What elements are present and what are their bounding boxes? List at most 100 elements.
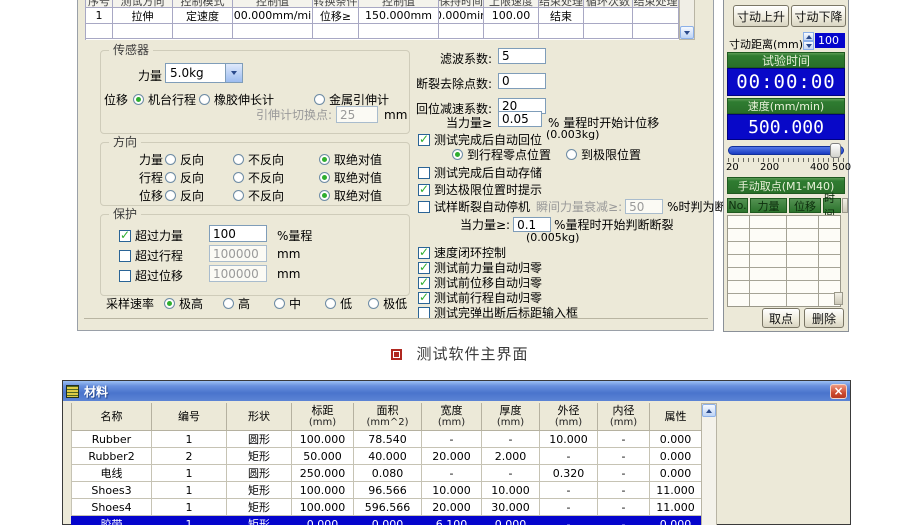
combo-dropdown-icon[interactable]	[225, 64, 242, 82]
bottom-divider	[84, 318, 708, 319]
protection-groupbox: 保护 超过力量 100 %量程 超过行程 100000 mm 超过位移 1000…	[100, 214, 410, 296]
checkbox-auto-save[interactable]	[418, 167, 430, 179]
radio-force-noreverse[interactable]	[233, 154, 244, 165]
scroll-down-icon[interactable]	[680, 26, 694, 39]
test-time-header: 试验时间	[727, 52, 845, 68]
radio-return-limit[interactable]	[566, 149, 577, 160]
radio-disp-noreverse[interactable]	[233, 190, 244, 201]
radio-sampling-lowest[interactable]	[368, 298, 379, 309]
radio-machine-stroke[interactable]	[133, 94, 144, 105]
decay-label: 瞬间力量衰减≥:	[536, 198, 622, 215]
checkbox-over-stroke[interactable]	[119, 250, 131, 262]
decay-input[interactable]: 50	[625, 199, 663, 214]
screenshot-canvas: 序号 测试方向 控制模式 控制值 转换条件 控制值 保持时间 上限速度 结束处理…	[0, 0, 920, 525]
protection-group-title: 保护	[109, 207, 141, 221]
tick-label-400: 400	[810, 162, 829, 173]
checkbox-over-force[interactable]	[119, 230, 131, 242]
break-remove-label: 断裂去除点数:	[404, 75, 492, 92]
col-no: No.	[727, 198, 748, 213]
radio-sampling-high[interactable]	[223, 298, 234, 309]
material-table: 名称 编号 形状 标距(mm) 面积(mm^2) 宽度(mm) 厚度(mm) 外…	[71, 403, 702, 525]
radio-disp-reverse[interactable]	[165, 190, 176, 201]
dir-disp-label: 位移	[139, 187, 163, 204]
test-time-display: 00:00:00	[727, 68, 845, 96]
speed-slider[interactable]	[728, 146, 844, 155]
force-range-combobox[interactable]: 5.0kg	[165, 63, 243, 83]
break-remove-input[interactable]: 0	[498, 73, 546, 89]
radio-return-zero[interactable]	[452, 149, 463, 160]
material-table-scrollbar[interactable]	[701, 403, 717, 525]
speed-display: 500.000	[727, 114, 845, 140]
sensor-group-title: 传感器	[109, 43, 153, 57]
manual-points-grid[interactable]	[727, 215, 841, 307]
checkbox-zero-stroke[interactable]	[418, 292, 430, 304]
radio-force-reverse[interactable]	[165, 154, 176, 165]
radio-disp-absolute[interactable]	[319, 190, 330, 201]
radio-stroke-noreverse[interactable]	[233, 172, 244, 183]
checkbox-break-stop[interactable]	[418, 201, 430, 213]
over-stroke-input[interactable]: 100000	[209, 245, 267, 262]
radio-stroke-reverse[interactable]	[165, 172, 176, 183]
radio-sampling-highest[interactable]	[164, 298, 175, 309]
col-force: 力量	[750, 198, 787, 213]
sampling-rate-label: 采样速率	[106, 295, 154, 312]
material-window-title: 材料	[84, 383, 108, 400]
close-icon[interactable]: ×	[830, 384, 847, 399]
program-table-scrollbar[interactable]	[679, 0, 695, 40]
radio-sampling-low[interactable]	[325, 298, 336, 309]
judge-input[interactable]: 0.1	[513, 217, 551, 232]
force-label: 力量	[138, 67, 162, 84]
over-force-input[interactable]: 100	[209, 225, 267, 242]
filter-coef-input[interactable]: 5	[498, 48, 546, 64]
col-disp: 位移	[789, 198, 821, 213]
jog-up-button[interactable]: 寸动上升	[733, 5, 789, 27]
slider-thumb[interactable]	[830, 143, 841, 158]
grid-scroll-button[interactable]	[834, 292, 843, 305]
jog-down-button[interactable]: 寸动下降	[791, 5, 846, 27]
spin-up-icon[interactable]	[803, 32, 814, 41]
radio-rubber-extensometer[interactable]	[199, 94, 210, 105]
radio-sampling-medium[interactable]	[274, 298, 285, 309]
tick-label-20: 20	[726, 162, 739, 173]
caption-text: 测试软件主界面	[416, 345, 528, 363]
checkbox-limit-prompt[interactable]	[418, 184, 430, 196]
points-table-scroll-nub[interactable]	[842, 198, 848, 213]
force-start-input[interactable]: 0.05	[498, 111, 542, 127]
col-time: 时间	[823, 198, 841, 213]
material-row-rubber2[interactable]: Rubber22 矩形50.000 40.00020.000 2.000- -0…	[72, 448, 702, 465]
radio-stroke-absolute[interactable]	[319, 172, 330, 183]
material-row-tape-selected[interactable]: 胶带1 矩形0.000 0.0006.100 0.000- -0.000	[72, 516, 702, 525]
force-start-label: 当力量≥	[438, 114, 492, 131]
over-stroke-unit: mm	[277, 247, 300, 261]
material-titlebar[interactable]: 材料 ×	[63, 381, 850, 401]
direction-groupbox: 方向 力量 行程 位移 反向 不反向 取绝对值 反向 不反向 取绝对值 反向 不…	[100, 142, 410, 206]
radio-metal-extensometer[interactable]	[314, 94, 325, 105]
checkbox-zero-disp[interactable]	[418, 277, 430, 289]
checkbox-auto-return[interactable]	[418, 134, 430, 146]
over-disp-input[interactable]: 100000	[209, 265, 267, 282]
material-row-shoes3[interactable]: Shoes31 矩形100.000 96.56610.000 10.000- -…	[72, 482, 702, 499]
delete-point-button[interactable]: 删除	[804, 308, 844, 328]
radio-force-absolute[interactable]	[319, 154, 330, 165]
speed-header: 速度(mm/min)	[727, 98, 845, 114]
jog-distance-spinner[interactable]	[803, 32, 814, 50]
spin-down-icon[interactable]	[803, 41, 814, 50]
material-row-shoes4[interactable]: Shoes41 矩形100.000 596.56620.000 30.000- …	[72, 499, 702, 516]
checkbox-speed-loop[interactable]	[418, 247, 430, 259]
jog-distance-value[interactable]: 100	[815, 33, 845, 48]
checkbox-popup-gauge[interactable]	[418, 307, 430, 319]
tick-label-500: 500	[832, 162, 851, 173]
material-row-rubber[interactable]: Rubber1 圆形100.000 78.540- -10.000 -0.000	[72, 431, 702, 448]
material-header-row: 名称 编号 形状 标距(mm) 面积(mm^2) 宽度(mm) 厚度(mm) 外…	[72, 403, 702, 431]
material-row-wire[interactable]: 电线1 圆形250.000 0.080- -0.320 -0.000	[72, 465, 702, 482]
force-start-note: (0.003kg)	[546, 128, 599, 141]
ext-switch-input[interactable]: 25	[336, 106, 378, 123]
scroll-up-icon[interactable]	[702, 404, 716, 417]
checkbox-over-disp[interactable]	[119, 270, 131, 282]
checkbox-zero-force[interactable]	[418, 262, 430, 274]
take-point-button[interactable]: 取点	[762, 308, 800, 328]
judge-note: (0.005kg)	[526, 231, 579, 244]
program-step-row[interactable]: 1 拉伸 定速度 300.000mm/min 位移≥ 150.000mm 0.0…	[86, 8, 679, 24]
caption-bullet-icon	[391, 349, 402, 360]
program-empty-row[interactable]	[86, 24, 679, 39]
